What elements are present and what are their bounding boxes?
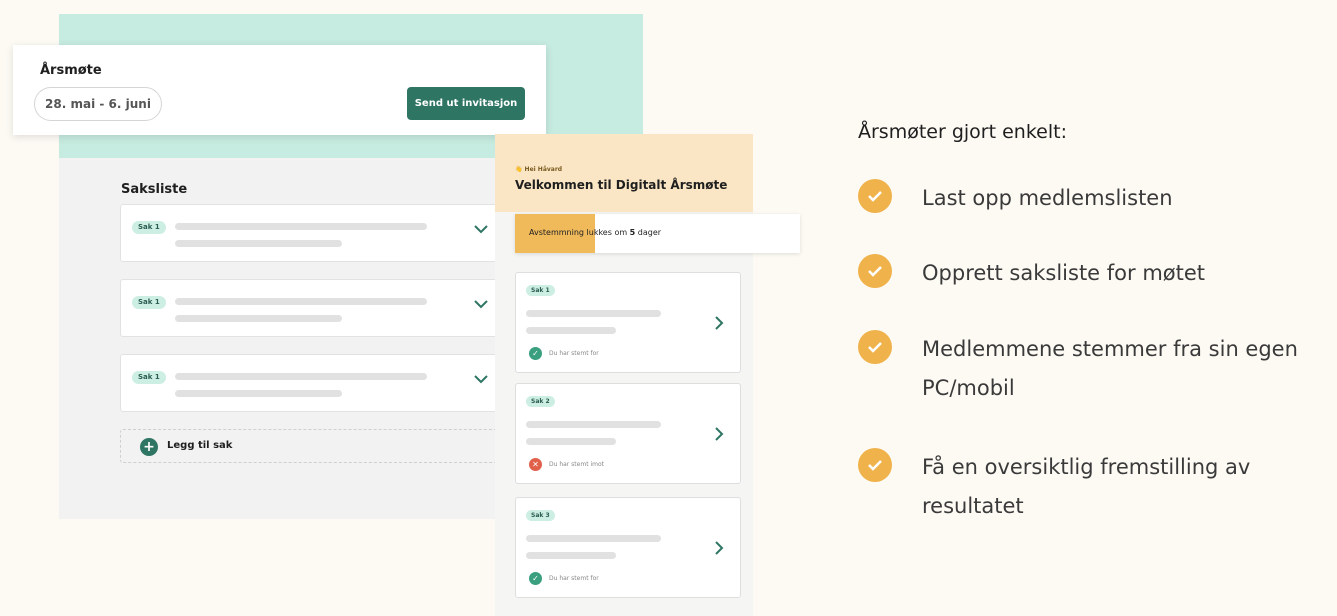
placeholder-line xyxy=(175,240,342,247)
item-tag: Sak 1 xyxy=(526,285,555,296)
chevron-right-icon[interactable] xyxy=(714,315,724,331)
voting-countdown-bar: Avstemmning lukkes om 5 dager xyxy=(515,214,800,253)
meeting-title: Årsmøte xyxy=(40,63,102,78)
check-icon xyxy=(858,448,892,482)
features-title: Årsmøter gjort enkelt: xyxy=(858,121,1067,143)
placeholder-line xyxy=(526,327,616,334)
item-tag: Sak 3 xyxy=(526,510,555,521)
vote-status: Du har stemt for xyxy=(549,350,599,357)
chevron-down-icon[interactable] xyxy=(473,223,489,235)
check-icon: ✓ xyxy=(529,347,542,360)
placeholder-line xyxy=(175,223,427,230)
send-invitation-button[interactable]: Send ut invitasjon xyxy=(407,87,525,120)
placeholder-line xyxy=(175,373,427,380)
placeholder-line xyxy=(175,315,342,322)
feature-item: Medlemmene stemmer fra sin egen PC/mobil xyxy=(858,330,1337,408)
item-tag: Sak 2 xyxy=(526,396,555,407)
item-tag: Sak 1 xyxy=(132,296,166,309)
check-icon xyxy=(858,330,892,364)
mobile-voting-view: 👋 Hei Håvard Velkommen til Digitalt Årsm… xyxy=(495,134,753,616)
check-icon xyxy=(858,179,892,213)
vote-item-card[interactable]: Sak 3 ✓ Du har stemt for xyxy=(515,497,741,598)
voting-countdown-text: Avstemmning lukkes om 5 dager xyxy=(529,228,661,237)
plus-icon: + xyxy=(140,438,158,456)
agenda-item[interactable]: Sak 1 xyxy=(120,354,510,412)
vote-item-card[interactable]: Sak 1 ✓ Du har stemt for xyxy=(515,272,741,373)
placeholder-line xyxy=(175,298,427,305)
feature-item: Last opp medlemslisten xyxy=(858,179,1337,218)
feature-text: Last opp medlemslisten xyxy=(922,186,1173,210)
vote-status: Du har stemt imot xyxy=(549,461,604,468)
chevron-down-icon[interactable] xyxy=(473,298,489,310)
feature-item: Opprett saksliste for møtet xyxy=(858,254,1337,293)
agenda-title: Saksliste xyxy=(121,182,188,197)
feature-text: Få en oversiktlig fremstilling av result… xyxy=(922,455,1251,518)
check-icon xyxy=(858,254,892,288)
countdown-prefix: Avstemmning lukkes om xyxy=(529,228,630,237)
item-tag: Sak 1 xyxy=(132,221,166,234)
placeholder-line xyxy=(526,310,661,317)
feature-text: Medlemmene stemmer fra sin egen PC/mobil xyxy=(922,337,1298,400)
placeholder-line xyxy=(526,552,616,559)
vote-status: Du har stemt for xyxy=(549,575,599,582)
agenda-item[interactable]: Sak 1 xyxy=(120,279,510,337)
check-icon: ✓ xyxy=(529,572,542,585)
vote-item-card[interactable]: Sak 2 ✕ Du har stemt imot xyxy=(515,383,741,484)
placeholder-line xyxy=(526,535,661,542)
chevron-right-icon[interactable] xyxy=(714,540,724,556)
agenda-item[interactable]: Sak 1 xyxy=(120,204,510,262)
countdown-suffix: dager xyxy=(635,228,662,237)
placeholder-line xyxy=(175,390,342,397)
placeholder-line xyxy=(526,421,661,428)
feature-text: Opprett saksliste for møtet xyxy=(922,261,1206,285)
add-agenda-item-button[interactable]: + Legg til sak xyxy=(120,429,510,463)
meeting-header-card: Årsmøte 28. mai - 6. juni Send ut invita… xyxy=(13,45,546,135)
feature-item: Få en oversiktlig fremstilling av result… xyxy=(858,448,1337,526)
chevron-down-icon[interactable] xyxy=(473,373,489,385)
greeting: 👋 Hei Håvard xyxy=(515,166,563,173)
cross-icon: ✕ xyxy=(529,458,542,471)
mobile-header: 👋 Hei Håvard Velkommen til Digitalt Årsm… xyxy=(495,134,753,212)
add-item-label: Legg til sak xyxy=(167,440,233,451)
welcome-title: Velkommen til Digitalt Årsmøte xyxy=(515,178,728,192)
placeholder-line xyxy=(526,438,616,445)
item-tag: Sak 1 xyxy=(132,371,166,384)
date-range-pill[interactable]: 28. mai - 6. juni xyxy=(34,87,162,121)
chevron-right-icon[interactable] xyxy=(714,426,724,442)
